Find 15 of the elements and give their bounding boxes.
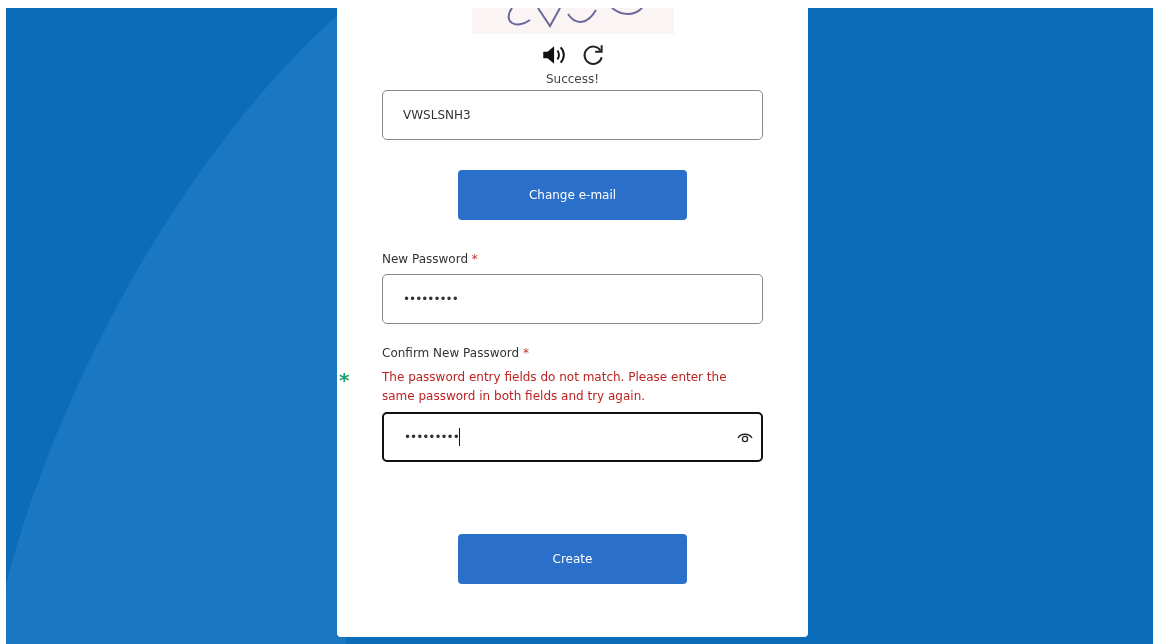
password-value: •••••••••	[404, 430, 459, 444]
captcha-input[interactable]: VWSLSNH3	[382, 90, 763, 140]
change-email-button[interactable]: Change e-mail	[458, 170, 687, 220]
captcha-status: Success!	[545, 72, 600, 86]
password-field[interactable]: •••••••••	[382, 274, 763, 324]
create-button[interactable]: Create	[458, 534, 687, 584]
eye-icon[interactable]	[737, 432, 753, 444]
error-marker: *	[339, 370, 350, 390]
password-value: •••••••••	[403, 292, 458, 306]
password-field[interactable]: •••••••••	[382, 412, 763, 462]
required-mark: *	[471, 252, 478, 266]
error-message: The password entry fields do not match. Please enter the same password in both fields and try again.	[382, 369, 728, 405]
field-label: Confirm New Password *	[382, 346, 530, 360]
required-mark: *	[522, 346, 529, 360]
field-label: New Password *	[382, 252, 479, 266]
